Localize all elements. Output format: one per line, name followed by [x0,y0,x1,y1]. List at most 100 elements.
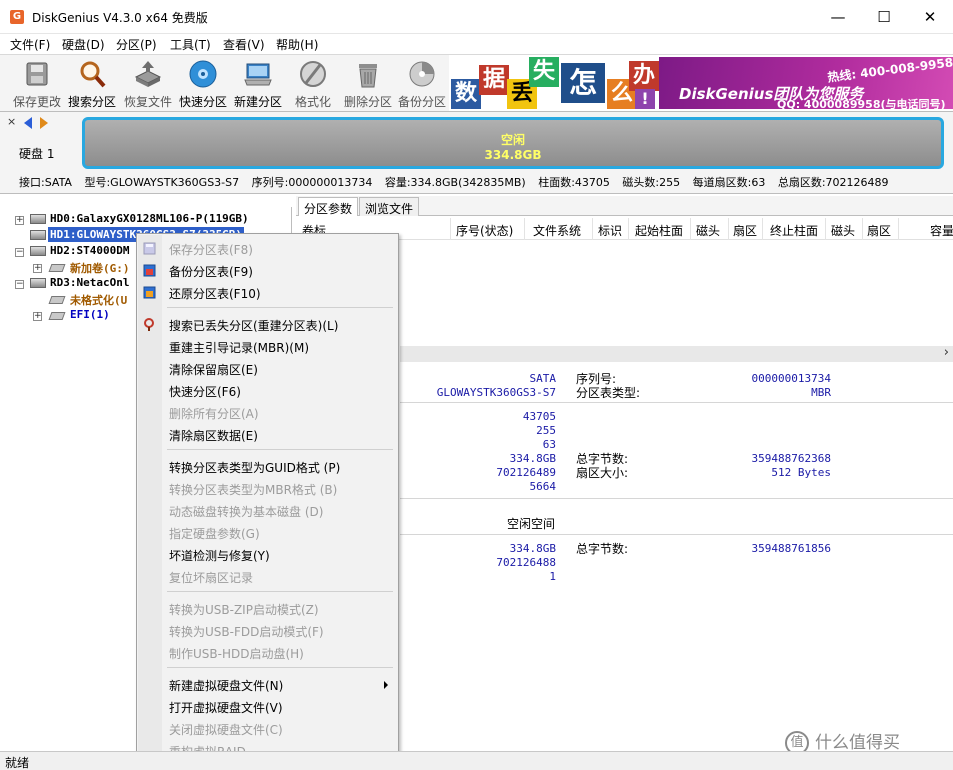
capacity-value: 334.8GB [509,452,556,465]
menu-make-usb-hdd[interactable]: 制作USB-HDD启动盘(H) [169,645,304,662]
new-partition-icon [244,63,272,86]
delete-partition-button[interactable]: 删除分区 [340,59,396,111]
expand-icon[interactable]: + [33,312,42,321]
close-icon[interactable]: × [7,115,16,128]
menu-rebuild-mbr[interactable]: 重建主引导记录(MBR)(M) [169,339,309,356]
disk-model: 型号:GLOWAYSTK360GS3-S7 [84,176,240,189]
tab-browse-files[interactable]: 浏览文件 [359,197,420,216]
partition-table-type-value: MBR [811,386,831,399]
serial-value: 000000013734 [751,372,831,385]
toolbar-label: 搜索分区 [67,95,116,109]
free-sectors-value: 702126488 [496,556,556,569]
menu-help[interactable]: 帮助(H) [276,36,318,53]
column-divider [628,218,629,240]
recover-files-button[interactable]: 恢复文件 [120,59,176,111]
sector-size-value: 512 Bytes [771,466,831,479]
context-menu: 保存分区表(F8) 备份分区表(F9) 还原分区表(F10) 搜索已丢失分区(重… [136,233,399,770]
menu-clear-reserved-sectors[interactable]: 清除保留扇区(E) [169,361,258,378]
disk-serial: 序列号:000000013734 [251,176,373,189]
format-button[interactable]: 格式化 [285,59,341,111]
column-header[interactable]: 起始柱面 [635,222,683,239]
menu-restore-partition-table[interactable]: 还原分区表(F10) [169,285,261,302]
column-header[interactable]: 扇区 [733,222,757,239]
save-changes-button[interactable]: 保存更改 [9,59,65,111]
maximize-button[interactable]: ☐ [861,0,907,34]
column-header[interactable]: 磁头 [831,222,855,239]
expand-icon[interactable]: + [15,216,24,225]
search-partition-icon [80,61,106,88]
disk-interface: 接口:SATA [19,176,72,189]
menu-close-virtual-disk[interactable]: 关闭虚拟硬盘文件(C) [169,721,283,738]
disk-icon [30,278,46,288]
menu-usb-fdd-mode[interactable]: 转换为USB-FDD启动模式(F) [169,623,324,640]
column-header[interactable]: 文件系统 [533,222,581,239]
status-bar: 就绪 [0,751,953,770]
toolbar-label: 备份分区 [397,95,446,109]
column-divider [728,218,729,240]
free-space-label: 空闲空间 [507,517,556,531]
tree-item-label: 未格式化(U [70,294,128,307]
column-header[interactable]: 扇区 [867,222,891,239]
tab-partition-params[interactable]: 分区参数 [298,197,359,216]
quick-partition-button[interactable]: 快速分区 [175,59,231,111]
search-partition-button[interactable]: 搜索分区 [64,59,120,111]
section-divider [400,498,953,499]
disk-label: 硬盘 1 [19,147,55,161]
partition-icon [48,312,66,320]
total-bytes-value: 359488762368 [751,452,831,465]
menu-usb-zip-mode[interactable]: 转换为USB-ZIP启动模式(Z) [169,601,319,618]
menu-convert-to-mbr[interactable]: 转换分区表类型为MBR格式 (B) [169,481,337,498]
disk-map-area: × 硬盘 1 空闲 334.8GB 接口:SATA 型号:GLOWAYSTK36… [0,112,953,194]
column-header[interactable]: 终止柱面 [770,222,818,239]
column-header[interactable]: 容量 [930,222,953,239]
menu-bad-sector-check[interactable]: 坏道检测与修复(Y) [169,547,270,564]
menu-backup-partition-table[interactable]: 备份分区表(F9) [169,263,253,280]
menu-view[interactable]: 查看(V) [223,36,265,53]
column-header[interactable]: 磁头 [696,222,720,239]
menu-partition[interactable]: 分区(P) [116,36,157,53]
prev-disk-icon[interactable] [24,117,32,129]
menu-file[interactable]: 文件(F) [10,36,50,53]
close-button[interactable]: ✕ [907,0,953,34]
expand-icon[interactable]: + [33,264,42,273]
tree-item-label: HD2:ST4000DM [50,244,130,257]
menu-new-virtual-disk[interactable]: 新建虚拟硬盘文件(N) [169,677,283,694]
menu-separator [167,591,393,592]
app-logo-icon: G [10,10,24,24]
menu-open-virtual-disk[interactable]: 打开虚拟硬盘文件(V) [169,699,283,716]
toolbar-label: 恢复文件 [123,95,172,109]
collapse-icon[interactable]: − [15,248,24,257]
delete-partition-icon [359,64,377,88]
banner-tile: 办 [629,61,659,91]
menu-separator [167,667,393,668]
menu-quick-partition[interactable]: 快速分区(F6) [169,383,241,400]
horizontal-scrollbar[interactable]: › [400,345,953,362]
menu-save-partition-table[interactable]: 保存分区表(F8) [169,241,253,258]
menu-tools[interactable]: 工具(T) [170,36,211,53]
ad-banner[interactable]: 数 据 丢 失 怎 么 办 ! 热线: 400-008-9958 DiskGen… [449,55,953,111]
minimize-button[interactable]: — [815,0,861,34]
menu-specify-disk-params[interactable]: 指定硬盘参数(G) [169,525,260,542]
menu-disk[interactable]: 硬盘(D) [62,36,105,53]
scroll-right-icon[interactable]: › [944,345,949,360]
menu-delete-all-partitions[interactable]: 删除所有分区(A) [169,405,259,422]
menu-dynamic-to-basic[interactable]: 动态磁盘转换为基本磁盘 (D) [169,503,323,520]
column-header[interactable]: 标识 [598,222,622,239]
disk-total-sectors: 总扇区数:702126489 [777,176,889,189]
menu-search-lost-partitions[interactable]: 搜索已丢失分区(重建分区表)(L) [169,317,338,334]
menu-clear-sector-data[interactable]: 清除扇区数据(E) [169,427,258,444]
menu-convert-to-guid[interactable]: 转换分区表类型为GUID格式 (P) [169,459,340,476]
menu-reset-bad-sector-record[interactable]: 复位坏扇区记录 [169,569,253,586]
next-disk-icon[interactable] [40,117,48,129]
collapse-icon[interactable]: − [15,280,24,289]
column-divider [450,218,451,240]
watermark-text: 什么值得买 [815,733,900,753]
backup-partition-button[interactable]: 备份分区 [394,59,450,111]
tree-item-hd0[interactable]: + HD0:GalaxyGX0128ML106-P(119GB) [0,212,292,228]
banner-tile: 怎 [561,63,605,103]
column-header[interactable]: 序号(状态) [456,222,513,239]
banner-tile: 失 [529,57,559,87]
new-partition-button[interactable]: 新建分区 [230,59,286,111]
disk-partition-block[interactable]: 空闲 334.8GB [82,117,944,169]
format-icon [300,61,326,87]
